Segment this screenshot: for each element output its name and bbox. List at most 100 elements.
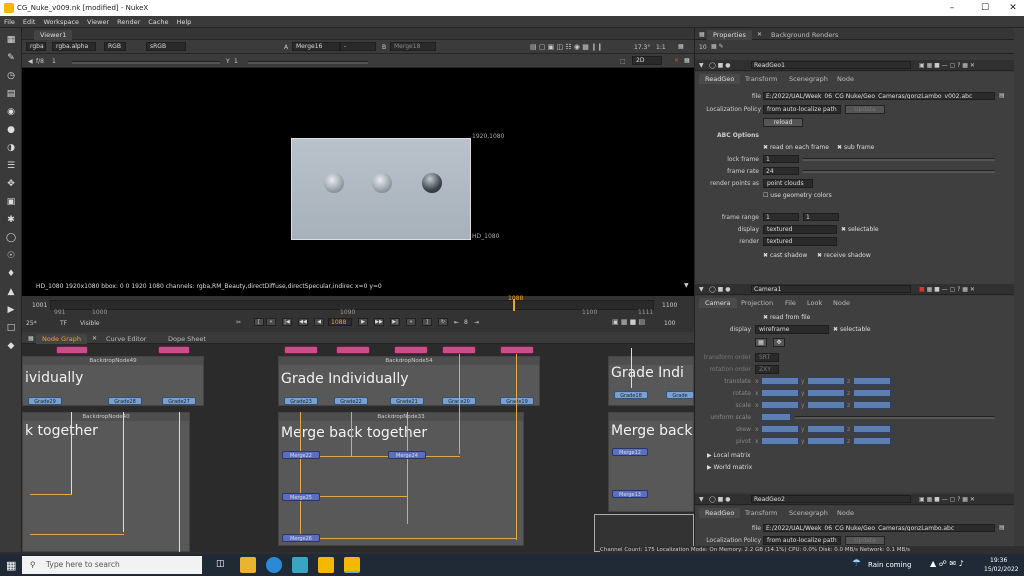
node[interactable] <box>442 346 476 354</box>
rotate-z-field[interactable] <box>853 389 891 397</box>
toolsets-tool-icon[interactable]: ▲ <box>5 286 17 298</box>
uniform-scale-field[interactable] <box>761 413 791 421</box>
filter-tool-icon[interactable]: ● <box>5 124 17 136</box>
pause-icon[interactable]: ✕ <box>674 57 679 64</box>
translate-y-field[interactable] <box>807 377 845 385</box>
metadata-tool-icon[interactable]: ♦ <box>5 268 17 280</box>
play-backward-button[interactable]: ◀ <box>314 318 324 326</box>
collapse-icon[interactable]: ▼ <box>699 286 704 293</box>
backdrop-node[interactable]: BackdropNode33 Merge back together <box>278 412 524 546</box>
display-dropdown[interactable]: wireframe <box>755 325 829 334</box>
node[interactable] <box>500 346 534 354</box>
grade-node[interactable]: Grade28 <box>108 397 142 405</box>
tab-projection[interactable]: Projection <box>735 298 779 308</box>
tab-node[interactable]: Node <box>831 74 860 84</box>
menu-workspace[interactable]: Workspace <box>39 16 83 28</box>
weather-text[interactable]: Rain coming <box>868 561 911 569</box>
grade-node[interactable]: Grade19 <box>500 397 534 405</box>
first-frame-button[interactable]: [ <box>254 318 264 326</box>
playback-range-icons[interactable]: ▣ ▦ ■ ▤ <box>612 318 645 326</box>
close-icon[interactable]: ✕ <box>757 31 762 38</box>
draw-tool-icon[interactable]: ✎ <box>5 52 17 64</box>
last-frame-button[interactable]: ] <box>422 318 432 326</box>
zoom-value[interactable]: 17.3° <box>634 44 650 51</box>
node-tool-icons[interactable]: ◯ ■ ● <box>709 286 730 293</box>
panel-menu-icon[interactable]: ▦ <box>28 335 34 342</box>
max-panels-field[interactable]: 10 <box>699 44 707 51</box>
tab-look[interactable]: Look <box>801 298 828 308</box>
display-dropdown[interactable]: textured <box>763 225 837 234</box>
tab-camera[interactable]: Camera <box>699 298 737 308</box>
file-path-field[interactable]: E:/2022/UAL/Week_06_CG Nuke/Geo_Cameras/… <box>763 92 995 100</box>
frame-rate-field[interactable]: 24 <box>763 167 799 175</box>
tab-readgeo[interactable]: ReadGeo <box>699 508 741 518</box>
next-keyframe-button[interactable]: » <box>406 318 416 326</box>
selectable-checkbox[interactable]: ✖ selectable <box>833 326 871 333</box>
collapse-icon[interactable]: ▼ <box>699 62 704 69</box>
grade-node[interactable]: Grade29 <box>28 397 62 405</box>
node-tool-icons[interactable]: ◯ ■ ● <box>709 496 730 503</box>
translate-x-field[interactable] <box>761 377 799 385</box>
task-view-icon[interactable]: ◫ <box>216 559 225 569</box>
channels-dropdown[interactable]: rgba <box>26 42 46 51</box>
lock-frame-field[interactable]: 1 <box>763 155 799 163</box>
menu-help[interactable]: Help <box>172 16 195 28</box>
merge-node[interactable]: Merge13 <box>612 490 648 498</box>
menu-cache[interactable]: Cache <box>144 16 172 28</box>
transform-order-dropdown[interactable]: SRT <box>755 353 779 362</box>
properties-scrollbar[interactable] <box>1014 28 1024 552</box>
tab-scenegraph[interactable]: Scenegraph <box>783 74 834 84</box>
translate-z-field[interactable] <box>853 377 891 385</box>
input-b-dropdown[interactable]: Merge18 <box>390 42 436 51</box>
menu-edit[interactable]: Edit <box>19 16 40 28</box>
tab-curve-editor[interactable]: Curve Editor <box>100 334 152 344</box>
localization-dropdown[interactable]: from auto-localize path <box>763 536 841 545</box>
merge-node[interactable]: Merge25 <box>282 493 320 501</box>
sub-frame-checkbox[interactable]: ✖ sub frame <box>837 144 874 151</box>
clock-time[interactable]: 19:36 <box>990 557 1007 564</box>
node[interactable] <box>284 346 318 354</box>
node-name-field[interactable]: ReadGeo2 <box>751 495 911 503</box>
nukex-app-icon[interactable] <box>344 557 360 573</box>
file-explorer-icon[interactable] <box>240 557 256 573</box>
node-graph-canvas[interactable]: BackdropNode49 ividually BackdropNode40 … <box>22 344 694 552</box>
fps-value[interactable]: 25* <box>26 320 37 327</box>
gamma-slider[interactable] <box>248 61 368 64</box>
compare-op-dropdown[interactable]: - <box>340 42 376 51</box>
tab-dope-sheet[interactable]: Dope Sheet <box>162 334 212 344</box>
tab-scenegraph[interactable]: Scenegraph <box>783 508 834 518</box>
viewer-settings-icon[interactable]: ▦ <box>678 43 684 50</box>
readgeo2-header[interactable]: ▼ ◯ ■ ● ReadGeo2 ▣ ▦ ■ — ▢ ? ▦ ✕ <box>695 494 1015 505</box>
rotation-order-dropdown[interactable]: ZXY <box>755 365 779 374</box>
grade-node[interactable]: Grade21 <box>390 397 424 405</box>
close-button[interactable]: ✕ <box>1003 2 1023 14</box>
tab-background-renders[interactable]: Background Renders <box>765 30 844 40</box>
node[interactable] <box>394 346 428 354</box>
time-tool-icon[interactable]: ◷ <box>5 70 17 82</box>
merge-node[interactable]: Merge26 <box>282 534 320 542</box>
input-a-dropdown[interactable]: Merge16 <box>292 42 340 51</box>
tab-properties[interactable]: Properties <box>707 30 752 40</box>
grade-node[interactable]: Grade22 <box>334 397 368 405</box>
panel-header-icons[interactable]: ■ ▦ ■ — ▢ ? ▦ ✕ <box>919 286 975 293</box>
node[interactable] <box>336 346 370 354</box>
views-tool-icon[interactable]: ✱ <box>5 214 17 226</box>
collapse-icon[interactable]: ▼ <box>699 496 704 503</box>
transform-tool-icon[interactable]: ✥ <box>5 178 17 190</box>
render-points-dropdown[interactable]: point clouds <box>763 179 813 188</box>
file-browse-button[interactable]: ▦ <box>755 338 767 347</box>
app-icon[interactable] <box>292 557 308 573</box>
alpha-dropdown[interactable]: rgba.alpha <box>52 42 96 51</box>
back-increment-button[interactable]: ◀◀ <box>298 318 308 326</box>
skip-forward-button[interactable]: ▶| <box>390 318 400 326</box>
keyer-tool-icon[interactable]: ◑ <box>5 142 17 154</box>
end-frame-field[interactable]: 100 <box>664 320 675 327</box>
frame-rate-slider[interactable] <box>803 170 995 173</box>
scale-x-field[interactable] <box>761 401 799 409</box>
cast-shadow-checkbox[interactable]: ✖ cast shadow <box>763 252 807 259</box>
gain-slider[interactable] <box>72 61 220 64</box>
scissors-icon[interactable]: ✂ <box>236 319 241 326</box>
merge-node[interactable]: Merge12 <box>612 448 648 456</box>
grade-node[interactable]: Grade <box>666 391 694 399</box>
channel-tool-icon[interactable]: ▤ <box>5 88 17 100</box>
